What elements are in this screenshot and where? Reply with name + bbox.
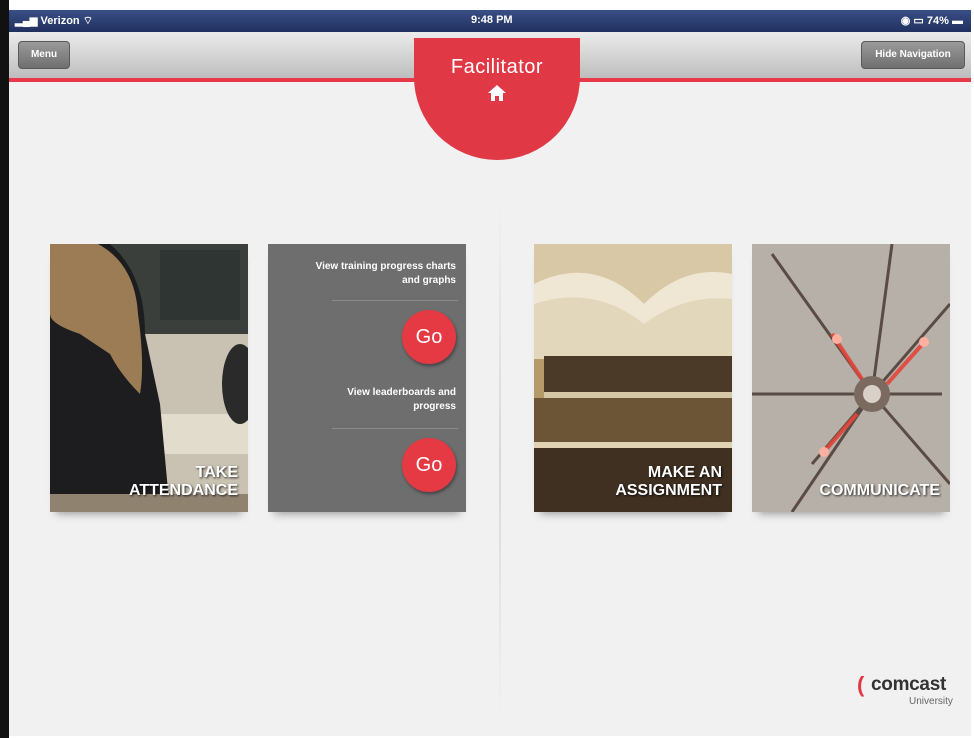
battery-indicator: ◉ ▭ 74% ▬: [900, 15, 963, 27]
hide-navigation-button[interactable]: Hide Navigation: [861, 41, 965, 69]
take-attendance-tile[interactable]: TAKE ATTENDANCE: [50, 244, 248, 512]
progress-tile: View training progress charts and graphs…: [268, 244, 466, 512]
neurons-photo: [752, 244, 950, 512]
divider-line: [332, 300, 458, 301]
divider-line: [332, 428, 458, 429]
make-assignment-label: MAKE AN ASSIGNMENT: [615, 464, 722, 499]
go-leaderboards-button[interactable]: Go: [402, 438, 456, 492]
status-bar: ▂▄▆ Verizon ⌔ 9:48 PM ◉ ▭ 74% ▬: [9, 10, 971, 32]
menu-button[interactable]: Menu: [18, 41, 70, 69]
leaderboards-text: View leaderboards and progress: [347, 387, 456, 412]
take-attendance-label: TAKE ATTENDANCE: [128, 464, 238, 499]
communicate-label: COMMUNICATE: [819, 482, 940, 499]
center-divider: [499, 200, 501, 720]
home-icon[interactable]: [487, 84, 507, 102]
make-assignment-tile[interactable]: MAKE AN ASSIGNMENT: [534, 244, 732, 512]
ipad-screen: ▂▄▆ Verizon ⌔ 9:48 PM ◉ ▭ 74% ▬ Menu Hid…: [9, 10, 971, 736]
comcast-university-logo: ( comcast University: [857, 670, 967, 710]
carrier-label: ▂▄▆ Verizon ⌔: [15, 15, 94, 27]
clock-label: 9:48 PM: [471, 14, 513, 26]
screen-bezel: [0, 0, 9, 738]
page-title: Facilitator: [450, 56, 544, 78]
communicate-tile[interactable]: COMMUNICATE: [752, 244, 950, 512]
facilitator-badge[interactable]: Facilitator: [414, 38, 580, 160]
logo-wordmark: comcast: [871, 674, 946, 695]
training-progress-text: View training progress charts and graphs: [315, 261, 456, 286]
logo-mark: (: [857, 672, 865, 697]
go-charts-button[interactable]: Go: [402, 310, 456, 364]
logo-subtitle: University: [909, 696, 953, 707]
